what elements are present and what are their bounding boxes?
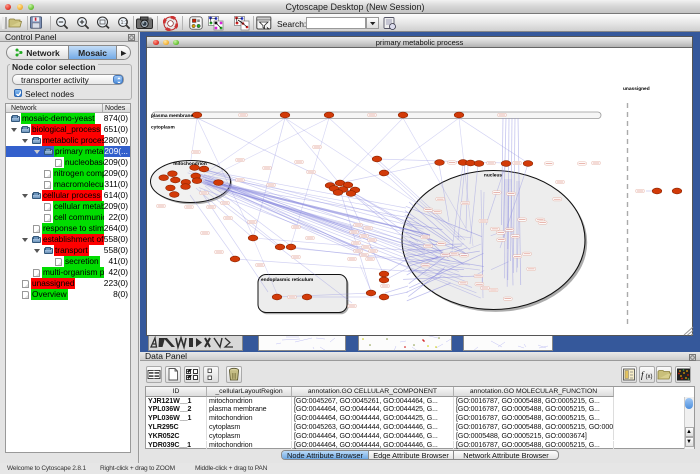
svg-text:(x): (x)	[646, 374, 653, 380]
svg-text:nucleus: nucleus	[484, 173, 502, 179]
svg-text:endoplasmic reticulum: endoplasmic reticulum	[261, 277, 313, 283]
svg-text:mitochondrion: mitochondrion	[173, 161, 207, 167]
svg-text:plasma membrane: plasma membrane	[151, 113, 193, 119]
svg-text:unassigned: unassigned	[623, 86, 650, 92]
svg-text:cytoplasm: cytoplasm	[151, 125, 175, 131]
svg-text:1:1: 1:1	[121, 20, 128, 26]
svg-text:f: f	[641, 370, 645, 380]
